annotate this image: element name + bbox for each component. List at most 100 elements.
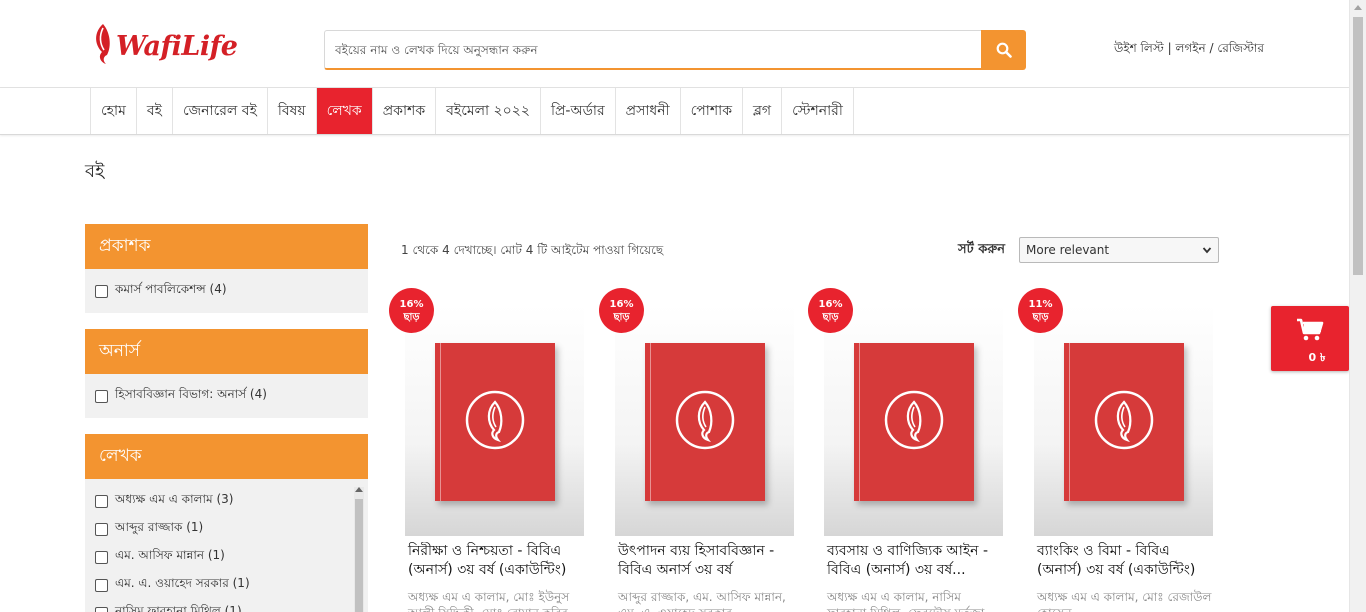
checkbox[interactable] [95, 284, 108, 298]
filter-author: লেখক অধ্যক্ষ এম এ কালাম (3) আব্দুর রাজ্জা… [85, 434, 368, 612]
book-cover [854, 343, 974, 501]
filter-option[interactable]: এম. এ. ওয়াহেদ সরকার (1) [93, 571, 360, 599]
nav-item[interactable]: প্রকাশক [373, 88, 437, 134]
discount-word: ছাড় [403, 311, 420, 323]
nav-item[interactable]: ব্লগ [743, 88, 783, 134]
discount-badge: 16% ছাড় [599, 288, 644, 333]
filter-option-label: নাসিম ফারহানা মিথিল (1) [115, 604, 242, 612]
filter-option-label: এম. আসিফ মান্নান (1) [115, 548, 225, 562]
book-cover [645, 343, 765, 501]
nav-item[interactable]: জেনারেল বই [173, 88, 268, 134]
slash-separator: / [1209, 41, 1214, 55]
product-card[interactable]: 16% ছাড় নিরীক্ষা ও নিশ্চয়তা - বিবিএ (অনা… [389, 288, 584, 612]
nav-item[interactable]: স্টেশনারী [782, 88, 854, 134]
product-authors[interactable]: অধ্যক্ষ এম এ কালাম, মোঃ রেজাউল হোসেন [1034, 589, 1213, 612]
pipe-separator: | [1167, 41, 1172, 55]
filter-author-scrollbar[interactable] [354, 487, 364, 612]
discount-percent: 11% [1028, 298, 1053, 310]
filter-option-label: কমার্স পাবলিকেশন্স (4) [115, 282, 227, 296]
chevron-down-icon [1202, 247, 1212, 254]
product-image[interactable] [615, 305, 794, 536]
search-icon [996, 42, 1012, 58]
cart-total: 0 ৳ [1308, 351, 1326, 364]
filter-honors: অনার্স হিসাববিজ্ঞান বিভাগ: অনার্স (4) [85, 329, 368, 418]
product-image[interactable] [1034, 305, 1213, 536]
logo-text: WafiLife [116, 31, 238, 62]
filter-option-label: অধ্যক্ষ এম এ কালাম (3) [115, 492, 234, 506]
discount-badge: 16% ছাড় [808, 288, 853, 333]
page-scrollbar[interactable] [1349, 0, 1366, 612]
filter-option[interactable]: কমার্স পাবলিকেশন্স (4) [93, 277, 360, 305]
product-authors[interactable]: অধ্যক্ষ এম এ কালাম, নাসিম ফারহানা মিথিল,… [824, 589, 1003, 612]
filter-option[interactable]: নাসিম ফারহানা মিথিল (1) [93, 599, 360, 612]
product-title[interactable]: ব্যবসায় ও বাণিজ্যিক আইন - বিবিএ (অনার্স… [824, 542, 1003, 580]
product-card[interactable]: 16% ছাড় উৎপাদন ব্যয় হিসাববিজ্ঞান - বিবিএ… [599, 288, 794, 612]
scroll-up-icon[interactable] [1354, 5, 1362, 10]
checkbox[interactable] [95, 578, 108, 592]
site-logo[interactable]: WafiLife [92, 16, 238, 66]
quill-logo-icon [675, 390, 735, 450]
product-image[interactable] [824, 305, 1003, 536]
discount-percent: 16% [609, 298, 634, 310]
checkbox[interactable] [95, 606, 108, 612]
product-authors[interactable]: অধ্যক্ষ এম এ কালাম, মোঃ ইউনুস আলী সিদ্দি… [405, 589, 584, 612]
sort-label: সর্ট করুন [958, 242, 1006, 257]
filter-honors-title[interactable]: অনার্স [85, 329, 368, 374]
quill-logo-icon [465, 390, 525, 450]
checkbox[interactable] [95, 494, 108, 508]
quill-logo-icon [1094, 390, 1154, 450]
nav-item[interactable]: বই [137, 88, 173, 134]
product-title[interactable]: ব্যাংকিং ও বিমা - বিবিএ (অনার্স) ৩য় বর্… [1034, 542, 1213, 580]
discount-badge: 16% ছাড় [389, 288, 434, 333]
page-scroll-thumb[interactable] [1353, 17, 1363, 275]
filter-option[interactable]: এম. আসিফ মান্নান (1) [93, 543, 360, 571]
register-link[interactable]: রেজিস্টার [1217, 41, 1264, 55]
filter-option-label: হিসাববিজ্ঞান বিভাগ: অনার্স (4) [115, 387, 267, 401]
checkbox[interactable] [95, 550, 108, 564]
discount-word: ছাড় [613, 311, 630, 323]
login-link[interactable]: লগইন [1175, 41, 1205, 55]
nav-item[interactable]: প্রসাধনী [616, 88, 681, 134]
discount-word: ছাড় [1032, 311, 1049, 323]
product-title[interactable]: নিরীক্ষা ও নিশ্চয়তা - বিবিএ (অনার্স) ৩য… [405, 542, 584, 580]
filter-author-title[interactable]: লেখক [85, 434, 368, 479]
nav-item[interactable]: লেখক [316, 88, 373, 134]
filter-option[interactable]: আব্দুর রাজ্জাক (1) [93, 515, 360, 543]
cart-icon [1297, 318, 1324, 341]
nav-item[interactable]: বিষয় [268, 88, 317, 134]
site-header: WafiLife উইশ লিস্ট | লগইন / রেজিস্টার [0, 0, 1349, 88]
filter-publisher-title[interactable]: প্রকাশক [85, 224, 368, 269]
floating-cart[interactable]: 0 ৳ [1271, 306, 1349, 371]
filter-option[interactable]: অধ্যক্ষ এম এ কালাম (3) [93, 487, 360, 515]
nav-item[interactable]: হোম [91, 88, 137, 134]
product-card[interactable]: 11% ছাড় ব্যাংকিং ও বিমা - বিবিএ (অনার্স) … [1018, 288, 1213, 612]
search-bar [324, 30, 1026, 70]
product-authors[interactable]: আব্দুর রাজ্জাক, এম. আসিফ মান্নান, এম. এ.… [615, 589, 794, 612]
scroll-up-arrow-icon[interactable] [355, 487, 363, 492]
filter-option[interactable]: হিসাববিজ্ঞান বিভাগ: অনার্স (4) [93, 382, 360, 410]
product-card[interactable]: 16% ছাড় ব্যবসায় ও বাণিজ্যিক আইন - বিবিএ … [808, 288, 1003, 612]
book-cover [435, 343, 555, 501]
nav-item[interactable]: প্রি-অর্ডার [541, 88, 616, 134]
discount-percent: 16% [399, 298, 424, 310]
sort-selected-value: More relevant [1026, 243, 1110, 257]
product-image[interactable] [405, 305, 584, 536]
wishlist-link[interactable]: উইশ লিস্ট [1114, 41, 1164, 55]
filter-author-scroll-thumb[interactable] [355, 499, 363, 612]
user-links: উইশ লিস্ট | লগইন / রেজিস্টার [1114, 40, 1264, 60]
checkbox[interactable] [95, 389, 108, 403]
search-input[interactable] [324, 30, 981, 70]
filter-author-options: অধ্যক্ষ এম এ কালাম (3) আব্দুর রাজ্জাক (1)… [85, 479, 368, 612]
nav-item[interactable]: বইমেলা ২০২২ [436, 88, 541, 134]
quill-logo-icon [884, 390, 944, 450]
result-count: 1 থেকে 4 দেখাচ্ছে। মোট 4 টি আইটেম পাওয়া… [401, 243, 664, 257]
checkbox[interactable] [95, 522, 108, 536]
quill-logo-icon [96, 24, 110, 64]
sort-select[interactable]: More relevant [1019, 237, 1219, 263]
product-title[interactable]: উৎপাদন ব্যয় হিসাববিজ্ঞান - বিবিএ অনার্স… [615, 542, 794, 580]
search-button[interactable] [981, 30, 1026, 70]
nav-item[interactable]: পোশাক [681, 88, 744, 134]
filter-publisher-options: কমার্স পাবলিকেশন্স (4) [85, 269, 368, 313]
filter-honors-options: হিসাববিজ্ঞান বিভাগ: অনার্স (4) [85, 374, 368, 418]
nav-list: হোম বই জেনারেল বই বিষয় লেখক প্রকাশক বইমেলা ২০… [90, 88, 854, 134]
